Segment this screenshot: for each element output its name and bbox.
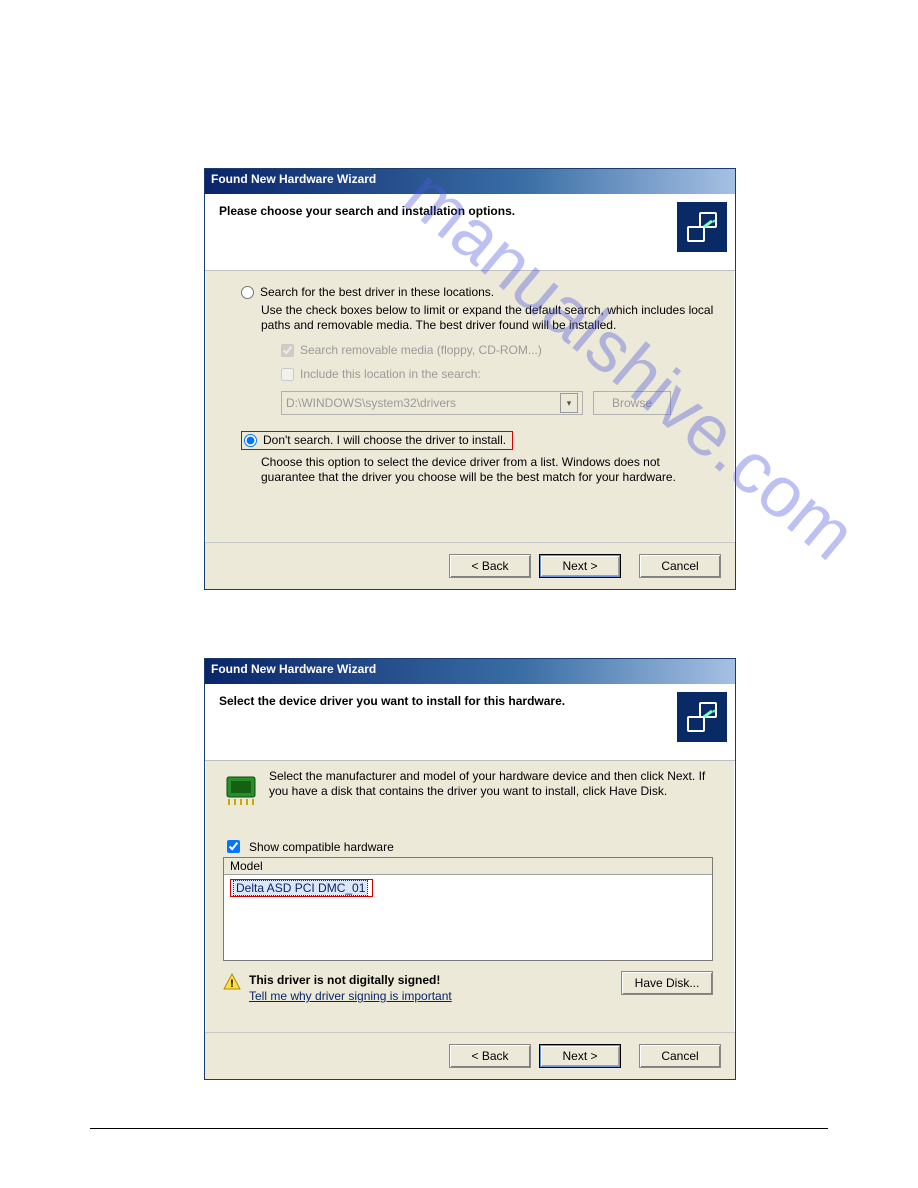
header-title: Select the device driver you want to ins… xyxy=(219,694,721,708)
svg-text:!: ! xyxy=(230,978,234,990)
radio-search-best-label: Search for the best driver in these loca… xyxy=(260,285,494,299)
radio-search-best[interactable]: Search for the best driver in these loca… xyxy=(241,285,494,299)
check-include-location-label: Include this location in the search: xyxy=(300,367,481,381)
model-item-label: Delta ASD PCI DMC_01 xyxy=(233,880,368,896)
hardware-wizard-dialog-1: Found New Hardware Wizard Please choose … xyxy=(204,168,736,590)
warning-title: This driver is not digitally signed! xyxy=(249,973,440,987)
back-button[interactable]: < Back xyxy=(449,554,531,578)
wizard-device-icon xyxy=(677,692,727,742)
header-title: Please choose your search and installati… xyxy=(219,204,721,218)
radio-dont-search[interactable]: Don't search. I will choose the driver t… xyxy=(241,431,513,450)
radio-search-best-input[interactable] xyxy=(241,286,254,299)
dialog-footer: < Back Next > Cancel xyxy=(205,1032,735,1079)
hardware-wizard-dialog-2: Found New Hardware Wizard Select the dev… xyxy=(204,658,736,1080)
back-button[interactable]: < Back xyxy=(449,1044,531,1068)
cancel-button[interactable]: Cancel xyxy=(639,1044,721,1068)
cancel-button[interactable]: Cancel xyxy=(639,554,721,578)
highlight-dont-search: Don't search. I will choose the driver t… xyxy=(241,431,513,450)
dont-search-description: Choose this option to select the device … xyxy=(261,455,715,485)
check-include-location: Include this location in the search: xyxy=(281,367,715,381)
model-list-item[interactable]: Delta ASD PCI DMC_01 xyxy=(230,879,706,897)
chevron-down-icon: ▾ xyxy=(560,393,578,413)
titlebar: Found New Hardware Wizard xyxy=(205,659,735,684)
radio-dont-search-label: Don't search. I will choose the driver t… xyxy=(263,433,506,447)
warning-icon: ! xyxy=(223,973,241,991)
highlight-model-item: Delta ASD PCI DMC_01 xyxy=(230,879,373,897)
signing-warning: ! This driver is not digitally signed! T… xyxy=(223,973,452,1003)
next-button[interactable]: Next > xyxy=(539,554,621,578)
show-compatible-label: Show compatible hardware xyxy=(249,840,394,854)
check-removable-media: Search removable media (floppy, CD-ROM..… xyxy=(281,343,715,357)
browse-button: Browse xyxy=(593,391,671,415)
model-listbox[interactable]: Model Delta ASD PCI DMC_01 xyxy=(223,857,713,961)
dialog-header: Select the device driver you want to ins… xyxy=(205,684,735,761)
dialog-header: Please choose your search and installati… xyxy=(205,194,735,271)
dialog-footer: < Back Next > Cancel xyxy=(205,542,735,589)
driver-signing-link[interactable]: Tell me why driver signing is important xyxy=(249,989,452,1003)
instruction-text: Select the manufacturer and model of you… xyxy=(269,769,715,799)
chip-icon xyxy=(221,767,261,807)
show-compatible-input[interactable] xyxy=(227,840,240,853)
check-removable-media-label: Search removable media (floppy, CD-ROM..… xyxy=(300,343,542,357)
page-footer-rule xyxy=(90,1128,828,1129)
location-path-combobox: D:\WINDOWS\system32\drivers ▾ xyxy=(281,391,583,415)
have-disk-button[interactable]: Have Disk... xyxy=(621,971,713,995)
check-include-location-input xyxy=(281,368,294,381)
check-removable-media-input xyxy=(281,344,294,357)
search-best-description: Use the check boxes below to limit or ex… xyxy=(261,303,715,333)
radio-dont-search-input[interactable] xyxy=(244,434,257,447)
location-path-value: D:\WINDOWS\system32\drivers xyxy=(286,396,456,410)
titlebar: Found New Hardware Wizard xyxy=(205,169,735,194)
model-column-header: Model xyxy=(224,858,712,875)
show-compatible-checkbox[interactable]: Show compatible hardware xyxy=(223,837,394,856)
next-button[interactable]: Next > xyxy=(539,1044,621,1068)
search-sub-options: Search removable media (floppy, CD-ROM..… xyxy=(281,343,715,415)
wizard-device-icon xyxy=(677,202,727,252)
